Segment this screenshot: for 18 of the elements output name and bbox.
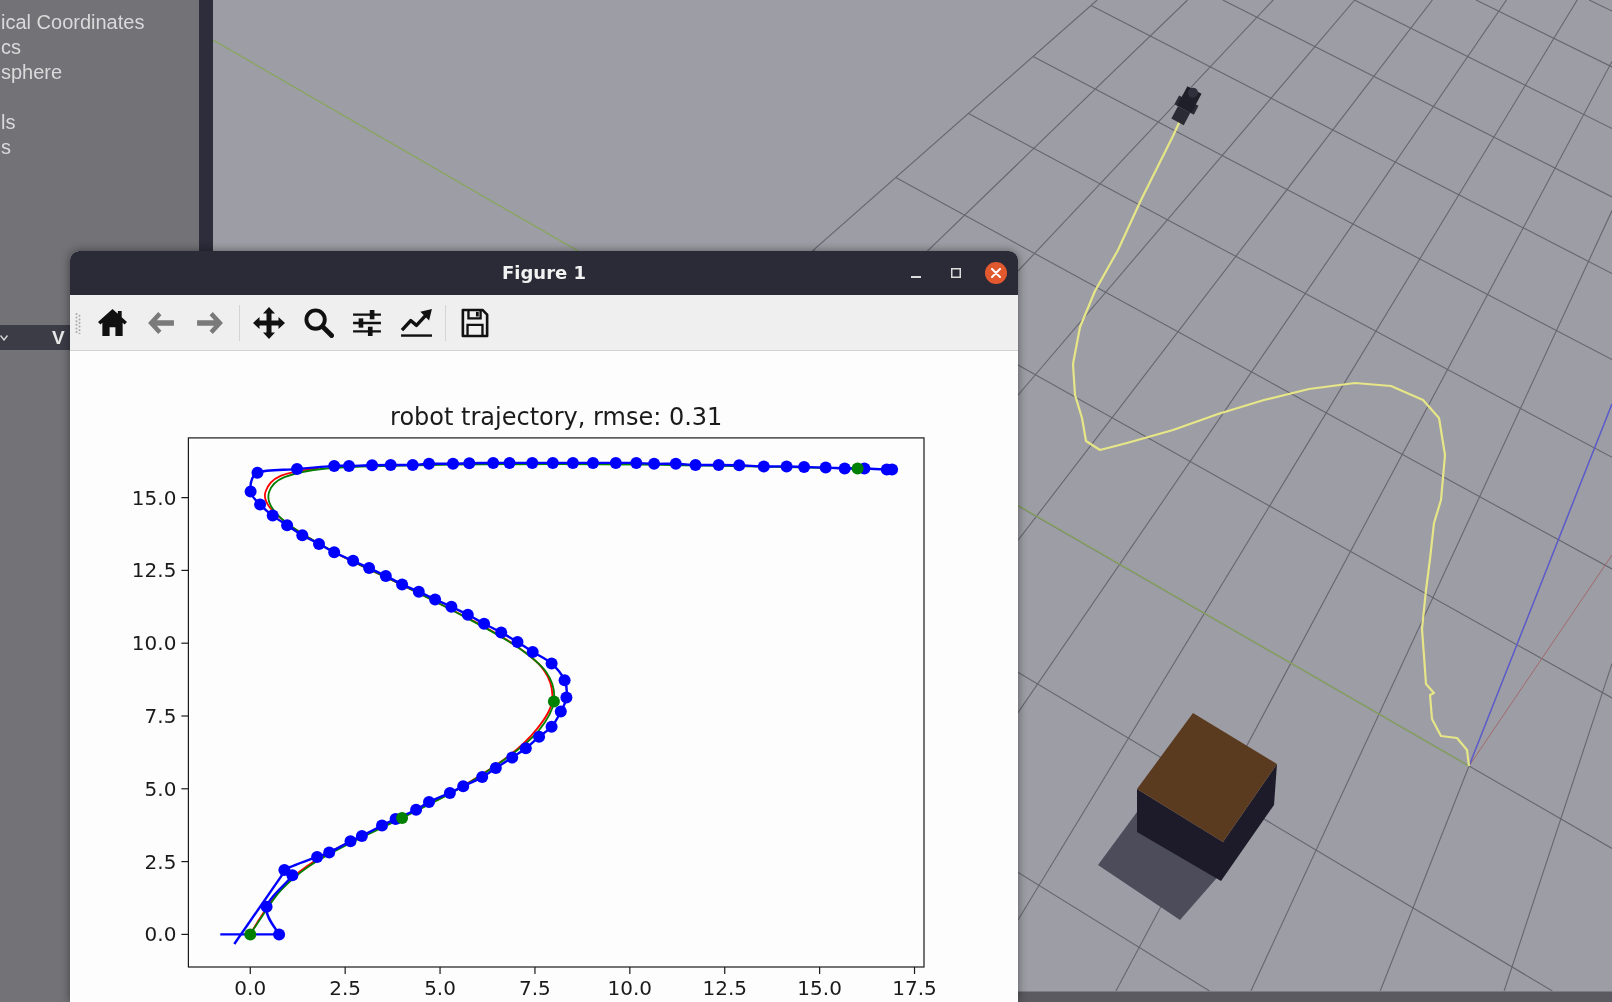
tick-label: 12.5 (131, 558, 177, 583)
dock-title: V (52, 326, 65, 349)
chart-title: robot trajectory, rmse: 0.31 (390, 403, 723, 431)
tick-label: 2.5 (329, 976, 362, 1000)
tick-label: 5.0 (424, 976, 456, 1000)
tick-label: 10.0 (607, 976, 653, 1000)
tick-label: 2.5 (144, 849, 177, 874)
tick-label: 7.5 (144, 704, 177, 728)
tick-label: 7.5 (519, 976, 551, 1000)
window-title: Figure 1 (501, 262, 586, 284)
tick-label: 5.0 (144, 776, 177, 801)
tick-label: 17.5 (892, 976, 937, 1000)
tick-label: 0.0 (144, 922, 177, 947)
tick-label: 12.5 (702, 976, 747, 1000)
tick-label: 15.0 (797, 976, 842, 1000)
tick-label: 15.0 (131, 485, 177, 510)
tick-label: 0.0 (234, 976, 267, 1000)
tick-label: 10.0 (131, 631, 177, 656)
